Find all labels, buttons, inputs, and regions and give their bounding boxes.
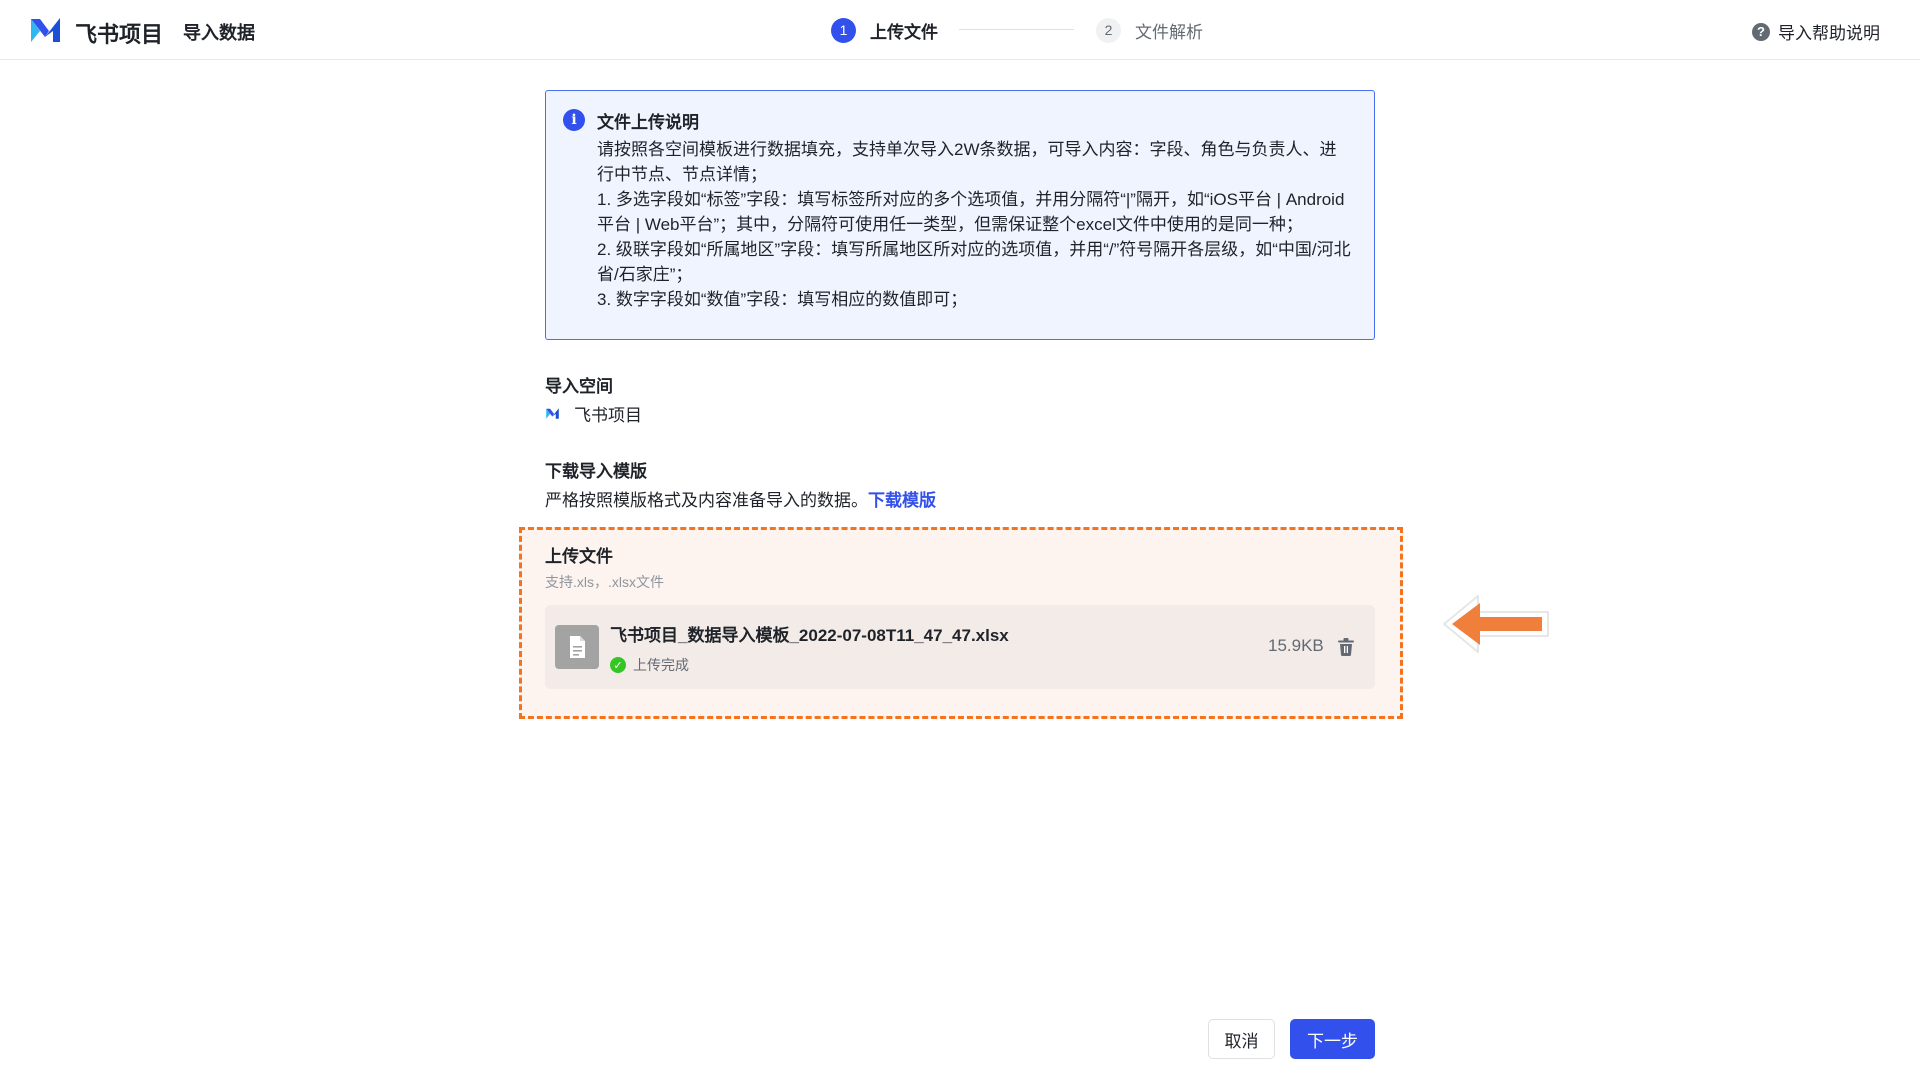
help-label: 导入帮助说明 xyxy=(1778,24,1880,43)
template-desc-text: 严格按照模版格式及内容准备导入的数据。 xyxy=(545,491,868,510)
upload-file-hint: 支持.xls，.xlsx文件 xyxy=(545,574,664,590)
page-title: 导入数据 xyxy=(183,23,255,43)
step-upload-file: 1 上传文件 xyxy=(831,16,938,44)
cancel-button[interactable]: 取消 xyxy=(1208,1019,1275,1059)
next-step-button[interactable]: 下一步 xyxy=(1290,1019,1375,1059)
step-connector xyxy=(959,29,1074,30)
upload-status-text: 上传完成 xyxy=(633,657,689,673)
delete-trash-icon[interactable] xyxy=(1338,638,1354,656)
instructions-title: 文件上传说明 xyxy=(597,113,699,132)
left-arrow-icon xyxy=(1443,595,1549,653)
download-template-link[interactable]: 下载模版 xyxy=(868,491,936,510)
instruction-line: 2. 级联字段如“所属地区”字段：填写所属地区所对应的选项值，并用“/”符号隔开… xyxy=(597,240,1351,284)
step-label: 上传文件 xyxy=(870,22,938,42)
document-icon xyxy=(555,625,599,669)
instructions-body: 请按照各空间模板进行数据填充，支持单次导入2W条数据，可导入内容：字段、角色与负… xyxy=(597,137,1352,312)
download-template-title: 下载导入模版 xyxy=(545,462,647,481)
app-name: 飞书项目 xyxy=(75,22,164,47)
template-description: 严格按照模版格式及内容准备导入的数据。下载模版 xyxy=(545,486,936,511)
app-logo-icon xyxy=(31,18,60,42)
file-name: 飞书项目_数据导入模板_2022-07-08T11_47_47.xlsx xyxy=(610,626,1009,645)
file-size: 15.9KB xyxy=(1268,636,1324,655)
step-label: 文件解析 xyxy=(1135,22,1203,42)
upload-status: ✓ 上传完成 xyxy=(610,655,689,675)
space-name: 飞书项目 xyxy=(574,406,642,425)
instruction-line: 3. 数字字段如“数值”字段：填写相应的数值即可； xyxy=(597,290,968,309)
step-number: 2 xyxy=(1096,17,1121,43)
import-space-value: 飞书项目 xyxy=(545,401,642,426)
top-bar: 飞书项目 导入数据 1 上传文件 2 文件解析 ? 导入帮助说明 xyxy=(0,0,1920,60)
space-logo-icon xyxy=(546,408,559,419)
help-icon: ? xyxy=(1752,22,1770,41)
instruction-line: 1. 多选字段如“标签”字段：填写标签所对应的多个选项值，并用分隔符“|”隔开，… xyxy=(597,190,1345,234)
step-parse-file: 2 文件解析 xyxy=(1096,16,1203,44)
step-number: 1 xyxy=(831,17,856,43)
info-icon: i xyxy=(563,109,585,131)
uploaded-file-card[interactable]: 飞书项目_数据导入模板_2022-07-08T11_47_47.xlsx ✓ 上… xyxy=(545,605,1375,689)
import-help-link[interactable]: ? 导入帮助说明 xyxy=(1752,19,1880,44)
success-check-icon: ✓ xyxy=(610,657,626,673)
instruction-line: 请按照各空间模板进行数据填充，支持单次导入2W条数据，可导入内容：字段、角色与负… xyxy=(597,140,1337,184)
upload-file-title: 上传文件 xyxy=(545,547,613,566)
upload-instructions-box[interactable]: i 文件上传说明 请按照各空间模板进行数据填充，支持单次导入2W条数据，可导入内… xyxy=(545,90,1375,340)
import-space-title: 导入空间 xyxy=(545,377,613,396)
